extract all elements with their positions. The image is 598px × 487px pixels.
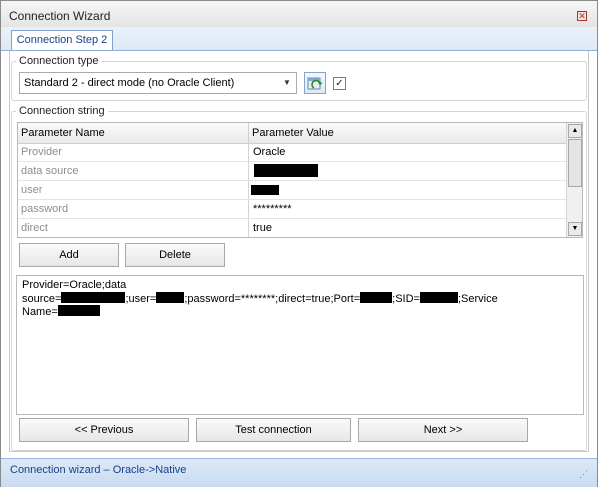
close-icon[interactable]: ✕ bbox=[577, 11, 587, 21]
column-header-parameter-value[interactable]: Parameter Value bbox=[252, 127, 334, 139]
redaction-block bbox=[360, 292, 393, 303]
connection-type-checkbox[interactable]: ✓ bbox=[333, 77, 346, 90]
delete-button[interactable]: Delete bbox=[125, 243, 225, 267]
parameter-name-cell: user bbox=[21, 184, 43, 196]
parameter-value-cell[interactable]: true bbox=[253, 222, 272, 234]
scroll-down-icon[interactable]: ▼ bbox=[568, 222, 582, 236]
connection-string-fragment: ;password=********;direct=true;Port= bbox=[184, 293, 361, 305]
column-divider[interactable] bbox=[248, 123, 249, 143]
parameter-value-cell[interactable]: Oracle bbox=[253, 146, 285, 158]
connection-string-fragment: ;SID= bbox=[392, 293, 420, 305]
grid-header: Parameter Name Parameter Value bbox=[18, 123, 566, 144]
status-text: Connection wizard – Oracle->Native bbox=[10, 464, 187, 476]
previous-button[interactable]: << Previous bbox=[19, 418, 189, 442]
table-row[interactable]: user bbox=[18, 181, 566, 200]
connection-string-line: source= ;user= ;password=********;direct=t… bbox=[22, 292, 498, 305]
column-header-parameter-name[interactable]: Parameter Name bbox=[21, 127, 105, 139]
connection-string-fragment: ;Service bbox=[457, 293, 498, 305]
connection-type-dropdown[interactable]: Standard 2 - direct mode (no Oracle Clie… bbox=[19, 72, 297, 94]
redaction-block bbox=[254, 164, 318, 177]
tab-connection-step-2[interactable]: Connection Step 2 bbox=[11, 30, 113, 50]
table-row[interactable]: data source bbox=[18, 162, 566, 181]
connection-string-fragment: ;user= bbox=[125, 293, 157, 305]
refresh-icon bbox=[307, 77, 322, 90]
connection-string-line: Name= bbox=[22, 305, 100, 318]
connection-string-fragment: Name= bbox=[22, 306, 58, 318]
add-button[interactable]: Add bbox=[19, 243, 119, 267]
title-bar: Connection Wizard ✕ bbox=[1, 1, 597, 28]
next-button[interactable]: Next >> bbox=[358, 418, 528, 442]
redaction-block bbox=[419, 292, 458, 303]
parameter-name-cell: direct bbox=[21, 222, 48, 234]
connection-type-legend: Connection type bbox=[19, 55, 99, 67]
scroll-thumb[interactable] bbox=[568, 139, 582, 187]
chevron-down-icon[interactable]: ▼ bbox=[281, 76, 293, 90]
tab-strip: Connection Step 2 bbox=[1, 27, 597, 51]
redaction-block bbox=[156, 292, 185, 303]
test-connection-button[interactable]: Test connection bbox=[196, 418, 351, 442]
status-bar: Connection wizard – Oracle->Native ⋰ bbox=[1, 458, 597, 487]
connection-wizard-window: Connection Wizard ✕ Connection Step 2 Co… bbox=[0, 0, 598, 487]
connection-string-textarea[interactable]: Provider=Oracle;data source= ;user= ;passw… bbox=[16, 275, 584, 415]
parameter-name-cell: Provider bbox=[21, 146, 62, 158]
connection-string-fragment: source= bbox=[22, 293, 62, 305]
parameter-grid[interactable]: Parameter Name Parameter Value Provider … bbox=[17, 122, 583, 238]
scroll-up-icon[interactable]: ▲ bbox=[568, 124, 582, 138]
connection-type-value: Standard 2 - direct mode (no Oracle Clie… bbox=[24, 77, 235, 89]
grid-scrollbar[interactable]: ▲ ▼ bbox=[566, 123, 582, 237]
parameter-name-cell: password bbox=[21, 203, 69, 215]
refresh-connection-button[interactable] bbox=[304, 72, 326, 94]
redaction-block bbox=[251, 185, 279, 195]
grid-rows: Provider Oracle data source user passwor… bbox=[18, 143, 566, 237]
redaction-block bbox=[61, 292, 126, 303]
table-row[interactable]: Provider Oracle bbox=[18, 143, 566, 162]
table-row[interactable]: direct true bbox=[18, 219, 566, 237]
resize-grip-icon[interactable]: ⋰ bbox=[579, 469, 591, 481]
connection-string-line: Provider=Oracle;data bbox=[22, 279, 127, 291]
parameter-value-cell[interactable]: ********* bbox=[253, 203, 292, 215]
window-title: Connection Wizard bbox=[9, 9, 111, 23]
redaction-block bbox=[57, 305, 100, 316]
table-row[interactable]: password ********* bbox=[18, 200, 566, 219]
parameter-name-cell: data source bbox=[21, 165, 79, 177]
connection-string-legend: Connection string bbox=[19, 105, 105, 117]
